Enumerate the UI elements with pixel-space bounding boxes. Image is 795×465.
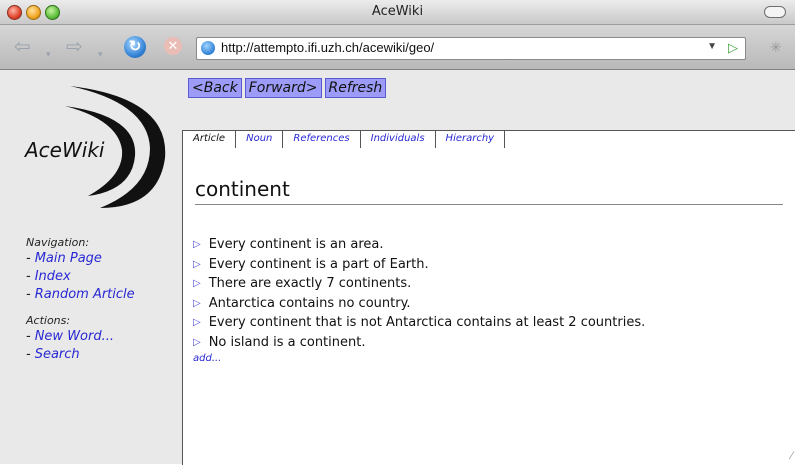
list-item: ▷ Every continent is an area. bbox=[193, 235, 645, 255]
globe-icon bbox=[201, 41, 215, 55]
tab-individuals[interactable]: Individuals bbox=[361, 131, 436, 148]
go-icon[interactable]: ▷ bbox=[724, 39, 742, 56]
logo-text: AceWiki bbox=[25, 138, 105, 162]
page-nav-buttons: <Back Forward> Refresh bbox=[188, 78, 389, 98]
refresh-button[interactable]: Refresh bbox=[324, 78, 387, 98]
triangle-bullet-icon[interactable]: ▷ bbox=[193, 255, 201, 275]
web-page: AceWiki <Back Forward> Refresh Navigation:… bbox=[0, 70, 795, 465]
list-item: ▷ Every continent is a part of Earth. bbox=[193, 255, 645, 275]
tab-article[interactable]: Article bbox=[183, 131, 237, 148]
activity-spinner-icon: ✳ bbox=[770, 39, 782, 55]
article-panel: Article Noun References Individuals Hierarch… bbox=[182, 130, 795, 465]
forward-arrow-icon[interactable]: ⇨ bbox=[66, 35, 83, 59]
list-item: ▷ There are exactly 7 continents. bbox=[193, 274, 645, 294]
actions-heading: Actions: bbox=[26, 314, 71, 327]
sentence-list: ▷ Every continent is an area. ▷ Every cont… bbox=[193, 235, 645, 364]
add-sentence-link[interactable]: add... bbox=[193, 353, 645, 364]
list-item: ▷ Every continent that is not Antarctica … bbox=[193, 313, 645, 333]
browser-window: AceWiki ⇦ ▾ ⇨ ▾ ↻ ✕ http://attempto.ifi.… bbox=[0, 0, 795, 465]
title-bar: AceWiki bbox=[0, 0, 795, 25]
address-url[interactable]: http://attempto.ifi.uzh.ch/acewiki/geo/ bbox=[221, 40, 434, 55]
sidebar-item-random-article[interactable]: - Random Article bbox=[26, 286, 135, 304]
sidebar-item-index[interactable]: - Index bbox=[26, 268, 135, 286]
list-item: ▷ Antarctica contains no country. bbox=[193, 294, 645, 314]
window-title: AceWiki bbox=[371, 4, 424, 19]
address-bar[interactable]: http://attempto.ifi.uzh.ch/acewiki/geo/ … bbox=[196, 37, 746, 60]
back-arrow-icon[interactable]: ⇦ bbox=[14, 35, 31, 59]
forward-history-dropdown-icon[interactable]: ▾ bbox=[98, 42, 103, 66]
sidebar: Navigation: - Main Page - Index - Random Ar… bbox=[26, 236, 135, 364]
article-tabs: Article Noun References Individuals Hierarch… bbox=[183, 131, 506, 150]
tab-hierarchy[interactable]: Hierarchy bbox=[436, 131, 506, 148]
triangle-bullet-icon[interactable]: ▷ bbox=[193, 313, 201, 333]
resize-grip-icon[interactable]: ∕ bbox=[791, 450, 793, 462]
forward-button[interactable]: Forward> bbox=[244, 78, 322, 98]
toolbar-toggle-button[interactable] bbox=[764, 6, 786, 18]
tab-references[interactable]: References bbox=[283, 131, 361, 148]
page-title: continent bbox=[195, 177, 783, 205]
sidebar-item-search[interactable]: - Search bbox=[26, 346, 135, 364]
navigation-heading: Navigation: bbox=[26, 236, 90, 249]
stop-icon[interactable]: ✕ bbox=[164, 37, 182, 55]
triangle-bullet-icon[interactable]: ▷ bbox=[193, 274, 201, 294]
sidebar-item-new-word[interactable]: - New Word... bbox=[26, 328, 135, 346]
acewiki-logo[interactable]: AceWiki bbox=[20, 78, 180, 208]
browser-toolbar: ⇦ ▾ ⇨ ▾ ↻ ✕ http://attempto.ifi.uzh.ch/a… bbox=[0, 25, 795, 70]
back-history-dropdown-icon[interactable]: ▾ bbox=[46, 42, 51, 66]
reload-icon[interactable]: ↻ bbox=[124, 36, 146, 58]
list-item: ▷ No island is a continent. bbox=[193, 333, 645, 353]
triangle-bullet-icon[interactable]: ▷ bbox=[193, 294, 201, 314]
back-button[interactable]: <Back bbox=[188, 78, 242, 98]
triangle-bullet-icon[interactable]: ▷ bbox=[193, 333, 201, 353]
url-history-dropdown-icon[interactable]: ▼ bbox=[707, 41, 717, 52]
sidebar-item-main-page[interactable]: - Main Page bbox=[26, 250, 135, 268]
tab-noun[interactable]: Noun bbox=[236, 131, 284, 148]
triangle-bullet-icon[interactable]: ▷ bbox=[193, 235, 201, 255]
